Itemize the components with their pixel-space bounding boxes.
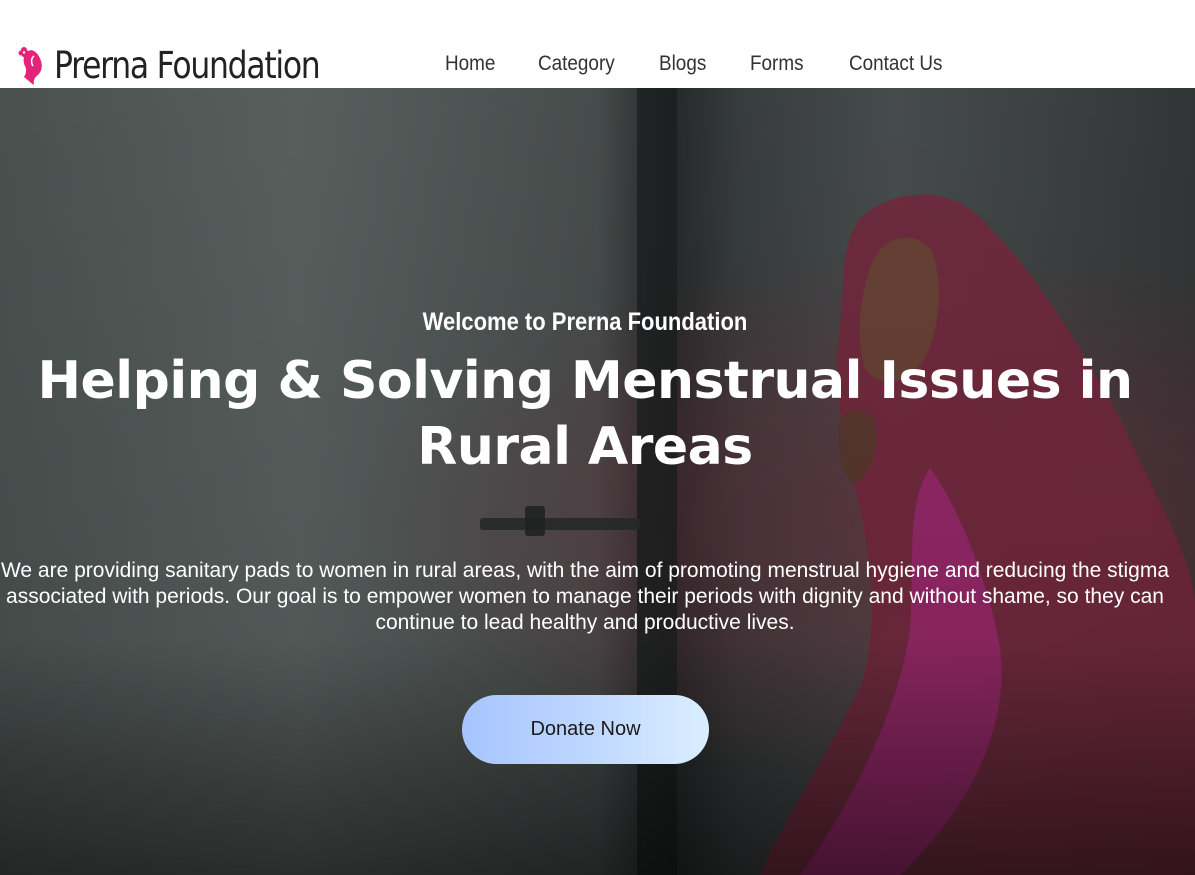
hero-description: We are providing sanitary pads to women … <box>0 559 1170 634</box>
nav-blogs-link[interactable]: Blogs <box>659 52 706 76</box>
nav-category-link[interactable]: Category <box>538 52 615 76</box>
hero-subtitle: Welcome to Prerna Foundation <box>422 308 748 336</box>
donate-now-button[interactable]: Donate Now <box>462 695 709 764</box>
brand-name: Prerna Foundation <box>54 43 321 87</box>
woman-silhouette-flower-icon <box>18 47 42 85</box>
site-header: Prerna Foundation Home Category Blogs Fo… <box>0 0 1195 88</box>
page-scrollbar[interactable] <box>1183 0 1195 88</box>
brand-logo[interactable]: Prerna Foundation <box>16 40 366 90</box>
hero-banner: Welcome to Prerna Foundation Helping & S… <box>0 88 1195 875</box>
hero-headline: Helping & Solving Menstrual Issues in Ru… <box>37 351 1133 477</box>
nav-contact-us-link[interactable]: Contact Us <box>849 52 942 76</box>
nav-home-link[interactable]: Home <box>445 52 495 76</box>
nav-forms-link[interactable]: Forms <box>750 52 804 76</box>
